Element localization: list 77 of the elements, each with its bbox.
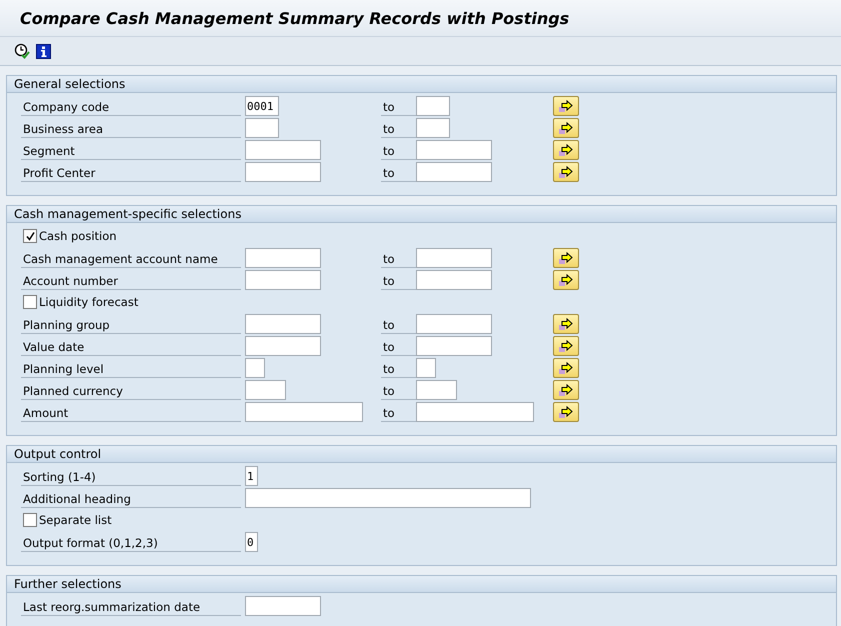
field-label: Output format (0,1,2,3) [21, 532, 241, 552]
multiple-selection-button[interactable] [553, 248, 579, 268]
arrow-icon [559, 340, 573, 352]
input-field[interactable] [245, 358, 265, 378]
input-field[interactable] [416, 270, 492, 290]
arrow-icon [559, 362, 573, 374]
arrow-icon [559, 384, 573, 396]
multiple-selection-button[interactable] [553, 380, 579, 400]
input-field[interactable] [245, 248, 321, 268]
input-field[interactable] [416, 162, 492, 182]
clock-check-icon[interactable] [14, 43, 30, 59]
section-title: Cash management-specific selections [7, 206, 836, 223]
multiple-selection-button[interactable] [553, 314, 579, 334]
field-label: Value date [21, 336, 241, 356]
multiple-selection-button[interactable] [553, 118, 579, 138]
checkmark-icon [24, 230, 36, 242]
field-label: Profit Center [21, 162, 241, 182]
input-field[interactable] [245, 118, 279, 138]
field-label: Cash management account name [21, 248, 241, 268]
field-label: Company code [21, 96, 241, 116]
field-label: Amount [21, 402, 241, 422]
checkbox[interactable] [23, 295, 37, 309]
checkbox[interactable] [23, 513, 37, 527]
input-field[interactable] [416, 380, 457, 400]
field-label: Additional heading [21, 488, 241, 508]
input-field[interactable]: 0001 [245, 96, 279, 116]
checkbox-label: Cash position [39, 229, 117, 243]
field-label: Planned currency [21, 380, 241, 400]
arrow-icon [559, 406, 573, 418]
input-field[interactable] [416, 402, 534, 422]
input-field[interactable] [245, 488, 531, 508]
input-field[interactable] [416, 314, 492, 334]
input-field[interactable] [245, 380, 286, 400]
arrow-icon [559, 100, 573, 112]
multiple-selection-button[interactable] [553, 162, 579, 182]
field-label: Planning group [21, 314, 241, 334]
input-field[interactable] [245, 140, 321, 160]
input-field[interactable] [416, 358, 436, 378]
input-field[interactable] [245, 596, 321, 616]
arrow-icon [559, 274, 573, 286]
arrow-icon [559, 122, 573, 134]
multiple-selection-button[interactable] [553, 402, 579, 422]
section-title: Further selections [7, 576, 836, 593]
window-title: Compare Cash Management Summary Records with Postings [20, 8, 570, 28]
multiple-selection-button[interactable] [553, 270, 579, 290]
checkbox[interactable] [23, 229, 37, 243]
input-field[interactable] [245, 402, 363, 422]
checkbox-label: Liquidity forecast [39, 295, 138, 309]
multiple-selection-button[interactable] [553, 336, 579, 356]
arrow-icon [559, 318, 573, 330]
multiple-selection-button[interactable] [553, 96, 579, 116]
input-field[interactable] [245, 162, 321, 182]
input-field[interactable] [416, 118, 450, 138]
field-label: Last reorg.summarization date [21, 596, 241, 616]
field-label: Sorting (1-4) [21, 466, 241, 486]
input-field[interactable] [245, 270, 321, 290]
multiple-selection-button[interactable] [553, 358, 579, 378]
input-field[interactable] [245, 314, 321, 334]
field-label: Account number [21, 270, 241, 290]
checkbox-label: Separate list [39, 513, 112, 527]
arrow-icon [559, 144, 573, 156]
input-field[interactable] [245, 336, 321, 356]
section-title: Output control [7, 446, 836, 463]
input-field[interactable]: 1 [245, 466, 258, 486]
multiple-selection-button[interactable] [553, 140, 579, 160]
arrow-icon [559, 166, 573, 178]
input-field[interactable] [416, 140, 492, 160]
input-field[interactable]: 0 [245, 532, 258, 552]
field-label: Planning level [21, 358, 241, 378]
section-title: General selections [7, 76, 836, 93]
field-label: Business area [21, 118, 241, 138]
field-label: Segment [21, 140, 241, 160]
info-icon[interactable] [36, 44, 51, 58]
input-field[interactable] [416, 248, 492, 268]
input-field[interactable] [416, 336, 492, 356]
arrow-icon [559, 252, 573, 264]
input-field[interactable] [416, 96, 450, 116]
